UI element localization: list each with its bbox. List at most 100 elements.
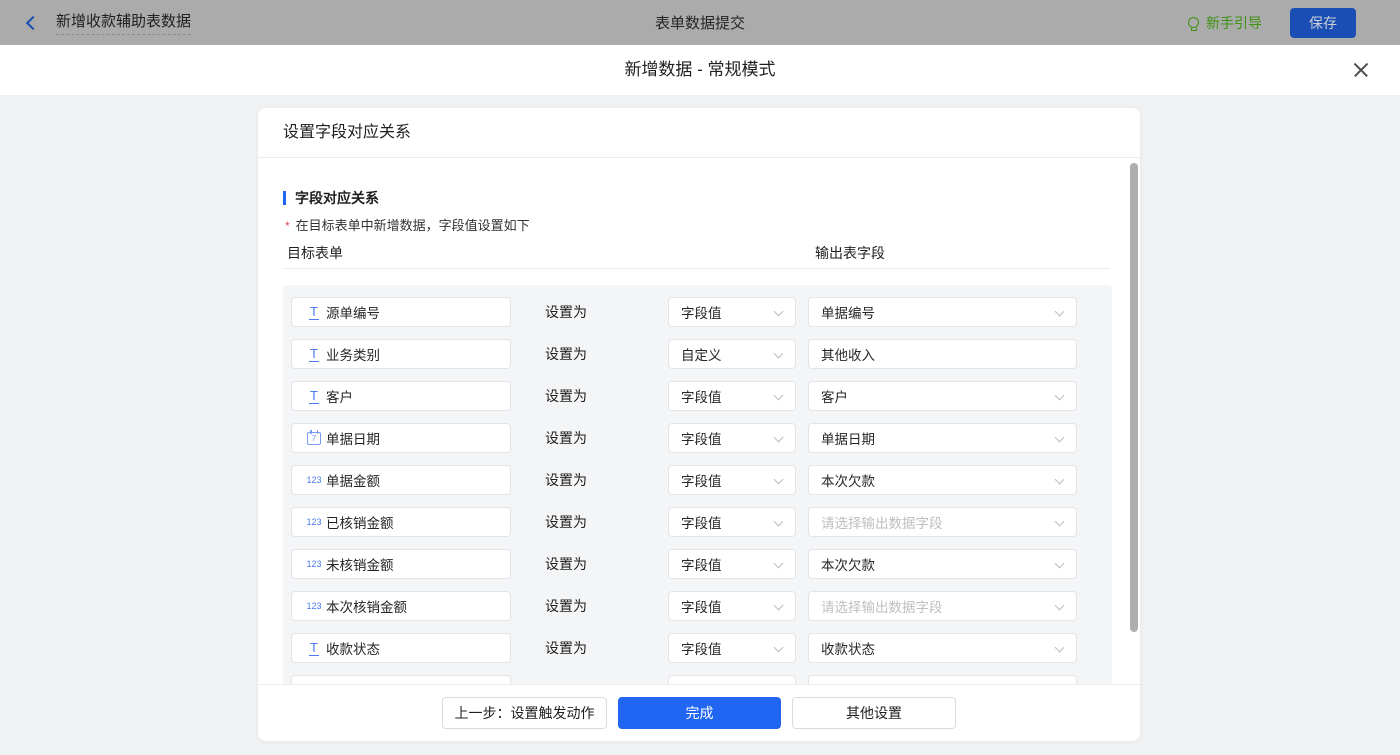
column-header-target: 目标表单 — [287, 245, 343, 261]
mapping-row: 123 已核销金额 设置为 字段值 请选择输出数据字段 — [283, 507, 1112, 537]
back-icon[interactable] — [25, 15, 41, 30]
mode-select[interactable]: 字段值 — [668, 297, 796, 327]
output-select[interactable]: 单据日期 — [808, 423, 1077, 453]
output-select[interactable]: 请选择输出数据字段 — [808, 591, 1077, 621]
mode-select[interactable]: 字段值 — [668, 549, 796, 579]
text-field-icon: T — [309, 387, 319, 404]
chevron-down-icon — [1054, 600, 1065, 611]
set-as-label: 设置为 — [545, 514, 587, 530]
chevron-down-icon — [773, 348, 784, 359]
top-bar: 新增收款辅助表数据 表单数据提交 新手引导 保存 — [0, 0, 1400, 45]
vertical-scrollbar[interactable] — [1130, 163, 1138, 632]
output-select[interactable]: 单据编号 — [808, 297, 1077, 327]
number-field-icon: 123 — [306, 559, 322, 569]
section-title: 字段对应关系 — [295, 190, 379, 206]
mapping-row: 123 单据金额 设置为 字段值 本次欠款 — [283, 465, 1112, 495]
mode-select[interactable] — [668, 675, 796, 684]
target-field: 123 单据金额 — [291, 465, 511, 495]
workflow-title[interactable]: 新增收款辅助表数据 — [56, 10, 192, 35]
done-button[interactable]: 完成 — [618, 697, 781, 729]
beginner-guide-link[interactable]: 新手引导 — [1188, 13, 1262, 33]
set-as-label: 设置为 — [545, 472, 587, 488]
set-as-label: 设置为 — [545, 388, 587, 404]
number-field-icon: 123 — [306, 517, 322, 527]
chevron-down-icon — [1054, 474, 1065, 485]
field-mapping-card: 设置字段对应关系 字段对应关系 * 在目标表单中新增数据，字段值设置如下 目标表单… — [258, 108, 1140, 741]
output-input[interactable]: 其他收入 — [808, 339, 1077, 369]
save-button[interactable]: 保存 — [1290, 7, 1356, 38]
output-select[interactable]: 客户 — [808, 381, 1077, 411]
chevron-down-icon — [773, 642, 784, 653]
target-field-label: 本次核销金额 — [326, 600, 407, 615]
card-content: 字段对应关系 * 在目标表单中新增数据，字段值设置如下 目标表单 输出表字段 T … — [258, 158, 1140, 684]
set-as-label: 设置为 — [545, 640, 587, 656]
mapping-row: 123 未核销金额 设置为 字段值 本次欠款 — [283, 549, 1112, 579]
mode-select[interactable]: 自定义 — [668, 339, 796, 369]
target-field: 123 本次核销金额 — [291, 591, 511, 621]
section-accent-bar — [283, 191, 286, 205]
other-settings-button[interactable]: 其他设置 — [792, 697, 956, 729]
mapping-row: T 客户 设置为 字段值 客户 — [283, 381, 1112, 411]
modal-header: 新增数据 - 常规模式 — [0, 45, 1400, 95]
modal-body: 设置字段对应关系 字段对应关系 * 在目标表单中新增数据，字段值设置如下 目标表单… — [0, 95, 1400, 755]
set-as-label: 设置为 — [545, 430, 587, 446]
target-field: T 业务类别 — [291, 339, 511, 369]
chevron-down-icon — [1054, 642, 1065, 653]
target-field-label: 已核销金额 — [326, 516, 394, 531]
number-field-icon: 123 — [306, 475, 322, 485]
chevron-down-icon — [773, 432, 784, 443]
add-data-modal: 新增数据 - 常规模式 设置字段对应关系 字段对应关系 * 在目标表单中新增数据，… — [0, 45, 1400, 755]
mapping-row: 123 本次核销金额 设置为 字段值 请选择输出数据字段 — [283, 591, 1112, 621]
target-field: T 客户 — [291, 381, 511, 411]
lightbulb-icon — [1188, 17, 1199, 31]
mode-select[interactable]: 字段值 — [668, 465, 796, 495]
required-asterisk: * — [285, 219, 290, 233]
chevron-down-icon — [773, 600, 784, 611]
chevron-down-icon — [1054, 390, 1065, 401]
mapping-row: T 源单编号 设置为 字段值 单据编号 — [283, 297, 1112, 327]
previous-step-button[interactable]: 上一步：设置触发动作 — [442, 697, 607, 729]
target-field-label: 单据日期 — [326, 432, 380, 447]
chevron-down-icon — [1054, 432, 1065, 443]
mode-select[interactable]: 字段值 — [668, 423, 796, 453]
target-field-label: 业务类别 — [326, 348, 380, 363]
text-field-icon: T — [309, 345, 319, 362]
output-select[interactable]: 收款状态 — [808, 633, 1077, 663]
chevron-down-icon — [773, 516, 784, 527]
target-field — [291, 675, 511, 684]
target-field-label: 未核销金额 — [326, 558, 394, 573]
chevron-down-icon — [773, 558, 784, 569]
output-select[interactable]: 请选择输出数据字段 — [808, 507, 1077, 537]
target-field: T 收款状态 — [291, 633, 511, 663]
text-field-icon: T — [309, 639, 319, 656]
section-description: * 在目标表单中新增数据，字段值设置如下 — [285, 215, 530, 234]
target-field-label: 单据金额 — [326, 474, 380, 489]
output-select[interactable] — [808, 675, 1077, 684]
chevron-down-icon — [773, 306, 784, 317]
output-select[interactable]: 本次欠款 — [808, 549, 1077, 579]
output-select[interactable]: 本次欠款 — [808, 465, 1077, 495]
description-text: 在目标表单中新增数据，字段值设置如下 — [295, 218, 530, 233]
chevron-down-icon — [1054, 558, 1065, 569]
guide-label: 新手引导 — [1206, 14, 1262, 31]
target-field-label: 客户 — [326, 390, 353, 405]
target-field: 123 已核销金额 — [291, 507, 511, 537]
mapping-row: 7 单据日期 设置为 字段值 单据日期 — [283, 423, 1112, 453]
chevron-down-icon — [1054, 306, 1065, 317]
column-divider — [283, 268, 1110, 269]
target-field: 7 单据日期 — [291, 423, 511, 453]
mode-select[interactable]: 字段值 — [668, 591, 796, 621]
date-field-icon: 7 — [302, 430, 326, 445]
mapping-row: T 业务类别 设置为 自定义 其他收入 — [283, 339, 1112, 369]
number-field-icon: 123 — [306, 601, 322, 611]
set-as-label: 设置为 — [545, 346, 587, 362]
target-field: 123 未核销金额 — [291, 549, 511, 579]
mode-select[interactable]: 字段值 — [668, 381, 796, 411]
mode-select[interactable]: 字段值 — [668, 633, 796, 663]
text-field-icon: T — [309, 303, 319, 320]
chevron-down-icon — [773, 474, 784, 485]
close-icon[interactable] — [1353, 62, 1369, 78]
mapping-rows-container: T 源单编号 设置为 字段值 单据编号 T 业务类别 设置为 自定义 其他收入 … — [283, 285, 1112, 684]
mode-select[interactable]: 字段值 — [668, 507, 796, 537]
target-field-label: 收款状态 — [326, 642, 380, 657]
